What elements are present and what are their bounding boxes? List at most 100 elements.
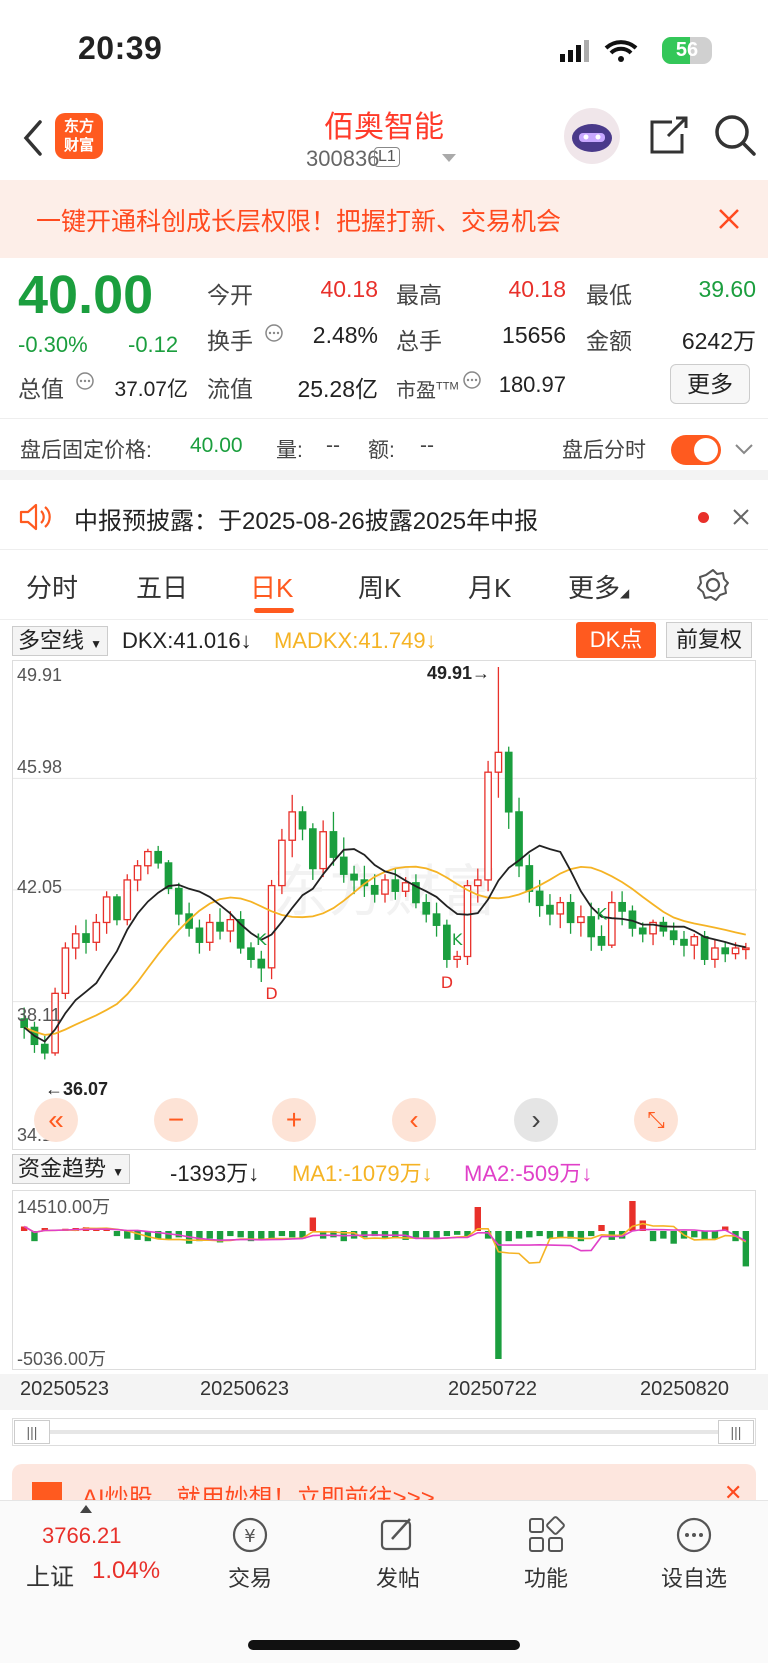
battery-icon: 56 <box>662 37 712 64</box>
signal-marker: K <box>452 930 463 949</box>
candle-body <box>669 930 678 941</box>
candle-body <box>71 933 80 949</box>
after-hours-toggle[interactable] <box>671 435 721 465</box>
promo-text: AI炒股，就用妙想！立即前往>>> <box>82 1485 435 1500</box>
amount-label: 金额 <box>586 328 632 354</box>
close-icon[interactable] <box>732 508 750 526</box>
candle-body <box>82 933 90 943</box>
fund-select[interactable]: 资金趋势 ▼ <box>12 1154 131 1184</box>
zoom-out-button[interactable]: − <box>154 1098 198 1142</box>
indicator-select[interactable]: 多空线 ▼ <box>12 626 109 656</box>
candle-body <box>535 890 544 907</box>
fund-bar <box>268 1231 275 1239</box>
range-handle-left[interactable]: ||| <box>14 1420 50 1444</box>
fund-bar <box>649 1231 657 1242</box>
tab-five-day[interactable]: 五日 <box>136 568 188 605</box>
tab-daily-k[interactable]: 日K <box>250 568 293 605</box>
pe-label: 市盈TTM <box>396 380 459 402</box>
index-name[interactable]: 上证 <box>26 1557 74 1592</box>
candle-body <box>741 947 750 951</box>
tab-monthly-k[interactable]: 月K <box>468 568 511 605</box>
fullscreen-button[interactable]: ⤡ <box>634 1098 678 1142</box>
fund-bar <box>598 1225 605 1231</box>
candle-body <box>257 958 266 969</box>
fund-bar <box>742 1231 750 1267</box>
candle-body <box>463 884 472 958</box>
tab-more[interactable]: 更多◢ <box>568 568 629 605</box>
candle-body <box>432 913 441 926</box>
candle-body <box>102 896 111 924</box>
date-label: 20250820 <box>640 1378 729 1400</box>
candle-body <box>680 938 688 946</box>
stock-header: 东方 财富 佰奥智能 300836 L1 <box>0 100 768 180</box>
after-hours-amt-label: 额: <box>368 439 395 462</box>
scroll-left-button[interactable]: ‹ <box>392 1098 436 1142</box>
candle-body <box>597 935 606 946</box>
close-icon[interactable] <box>718 208 740 230</box>
candle-body <box>319 831 327 870</box>
settings-icon[interactable] <box>696 568 730 602</box>
search-icon[interactable] <box>712 112 758 158</box>
kline-svg: 东方财富DKDKK <box>13 667 757 1060</box>
caret-up-icon <box>80 1505 92 1513</box>
candle-body <box>556 901 565 915</box>
chart-period-tabs: 分时 五日 日K 周K 月K 更多◢ <box>0 552 768 620</box>
function-button[interactable]: 功能 <box>496 1515 596 1593</box>
info-icon[interactable] <box>462 370 482 390</box>
fund-bar <box>165 1231 172 1240</box>
home-indicator <box>248 1640 520 1650</box>
zoom-in-button[interactable]: + <box>272 1098 316 1142</box>
candle-body <box>350 873 358 881</box>
open-value: 40.18 <box>320 276 378 302</box>
tab-weekly-k[interactable]: 周K <box>358 568 401 605</box>
close-icon[interactable]: ✕ <box>724 1480 742 1500</box>
info-icon[interactable] <box>264 323 284 343</box>
edit-icon <box>380 1518 412 1551</box>
adjust-button[interactable]: 前复权 <box>666 622 752 658</box>
fund-bar <box>423 1231 430 1238</box>
chevron-down-icon[interactable] <box>734 443 754 455</box>
scroll-right-button[interactable]: › <box>514 1098 558 1142</box>
amount-value: 6242万 <box>681 328 756 354</box>
dk-point-button[interactable]: DK点 <box>576 622 656 658</box>
disclosure-notice[interactable]: 中报预披露：于2025-08-26披露2025年中报 <box>0 484 768 550</box>
promo-icon <box>32 1482 62 1500</box>
scroll-start-button[interactable]: « <box>34 1098 78 1142</box>
quote-panel: 40.00 -0.30% -0.12 总值 37.07亿 今开 40.18 最高… <box>0 258 768 414</box>
fund-flow-chart[interactable]: 14510.00万 -5036.00万 <box>12 1190 756 1370</box>
trade-button[interactable]: ¥ 交易 <box>200 1515 300 1593</box>
fund-bar <box>536 1231 543 1237</box>
ai-promo-bar[interactable]: AI炒股，就用妙想！立即前往>>> ✕ <box>12 1464 756 1500</box>
signal-marker: K <box>596 904 607 923</box>
add-watchlist-button[interactable]: 设自选 <box>644 1515 744 1593</box>
pe-value: 180.97 <box>498 372 566 397</box>
candle-body <box>370 884 379 895</box>
after-hours-bar: 盘后固定价格: 40.00 量: -- 额: -- 盘后分时 <box>0 418 768 480</box>
more-button[interactable]: 更多 <box>670 364 750 404</box>
promo-banner[interactable]: 一键开通科创成长层权限！把握打新、交易机会 <box>0 180 768 258</box>
fund-bar <box>474 1207 481 1231</box>
change-amount: -0.12 <box>128 332 179 357</box>
more-dots-icon <box>676 1517 712 1553</box>
candle-body <box>711 947 719 960</box>
dkx-value: DKX:41.016↓ <box>122 628 252 653</box>
share-icon[interactable] <box>646 114 690 158</box>
candle-body <box>144 850 152 867</box>
fund-axis-top: 14510.00万 <box>17 1197 111 1217</box>
assistant-robot-icon[interactable] <box>562 106 622 166</box>
kline-indicator-row: 多空线 ▼ DKX:41.016↓ MADKX:41.749↓ DK点 前复权 <box>0 620 768 660</box>
kline-chart[interactable]: 东方财富DKDKK 49.91 45.98 42.05 38.11 34.18 … <box>12 660 757 1150</box>
fund-bar <box>660 1231 667 1239</box>
after-hours-label: 盘后固定价格: <box>20 439 152 462</box>
signal-marker: K <box>256 930 267 949</box>
candle-body <box>174 887 183 915</box>
range-scrollbar[interactable]: ||| ||| <box>12 1418 756 1446</box>
dropdown-caret-icon[interactable] <box>442 154 456 164</box>
fund-bar <box>577 1231 585 1242</box>
info-icon[interactable] <box>75 371 95 391</box>
low-value: 39.60 <box>698 276 756 302</box>
tab-intraday[interactable]: 分时 <box>26 568 78 605</box>
range-handle-right[interactable]: ||| <box>718 1420 754 1444</box>
post-button[interactable]: 发帖 <box>348 1515 448 1593</box>
candle-body <box>504 751 513 813</box>
